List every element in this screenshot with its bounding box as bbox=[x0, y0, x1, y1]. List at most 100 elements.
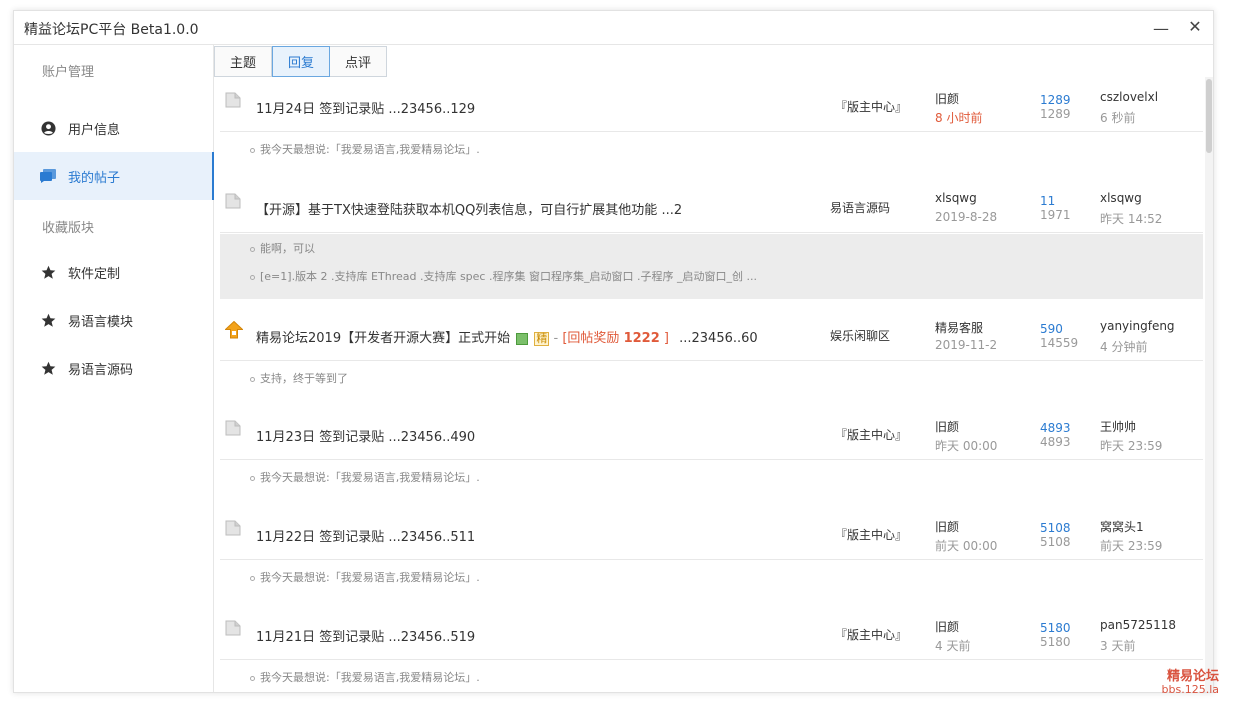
minimize-button[interactable]: — bbox=[1151, 19, 1171, 39]
vertical-scrollbar[interactable] bbox=[1205, 77, 1213, 692]
post-row[interactable]: 11月24日 签到记录贴 ...23456..129 『版主中心』 旧颜 8 小… bbox=[220, 82, 1203, 132]
post-row[interactable]: 11月21日 签到记录贴 ...23456..519 『版主中心』 旧颜 4 天… bbox=[220, 610, 1203, 660]
sidebar-item-software-custom[interactable]: 软件定制 bbox=[14, 248, 214, 296]
title-bar: 精益论坛PC平台 Beta1.0.0 — ✕ bbox=[14, 11, 1213, 45]
sidebar-item-e-source[interactable]: 易语言源码 bbox=[14, 344, 214, 392]
post-author[interactable]: xlsqwg bbox=[935, 191, 977, 205]
tab-topics[interactable]: 主题 bbox=[214, 46, 273, 77]
last-reply-user[interactable]: xlsqwg bbox=[1100, 191, 1142, 205]
bullet-icon bbox=[250, 376, 255, 382]
post-title[interactable]: 精易论坛2019【开发者开源大赛】正式开始 精 - [回帖奖励 1222 ] .… bbox=[256, 327, 758, 346]
document-icon bbox=[225, 420, 241, 436]
reply-line[interactable]: [e=1].版本 2 .支持库 EThread .支持库 spec .程序集 窗… bbox=[250, 268, 757, 284]
last-reply-user[interactable]: 窝窝头1 bbox=[1100, 518, 1144, 535]
post-author[interactable]: 旧颜 bbox=[935, 618, 959, 635]
star-icon bbox=[40, 360, 56, 376]
post-title[interactable]: 11月23日 签到记录贴 ...23456..490 bbox=[256, 426, 475, 445]
bullet-icon bbox=[250, 147, 255, 153]
reply-block: 支持，终于等到了 bbox=[220, 362, 1203, 412]
last-reply-user[interactable]: 王帅帅 bbox=[1100, 418, 1136, 435]
last-reply-user[interactable]: cszlovelxl bbox=[1100, 90, 1158, 104]
post-date: 2019-11-2 bbox=[935, 338, 998, 352]
reply-block: 我今天最想说:「我爱易语言,我爱精易论坛」. bbox=[220, 133, 1203, 183]
post-author[interactable]: 旧颜 bbox=[935, 418, 959, 435]
post-title[interactable]: 【开源】基于TX快速登陆获取本机QQ列表信息，可自行扩展其他功能 ...2 bbox=[256, 199, 682, 218]
post-row[interactable]: 精易论坛2019【开发者开源大赛】正式开始 精 - [回帖奖励 1222 ] .… bbox=[220, 311, 1203, 361]
post-row[interactable]: 【开源】基于TX快速登陆获取本机QQ列表信息，可自行扩展其他功能 ...2 易语… bbox=[220, 183, 1203, 233]
reply-line[interactable]: 我今天最想说:「我爱易语言,我爱精易论坛」. bbox=[250, 469, 480, 485]
reply-count: 11 bbox=[1040, 194, 1056, 208]
page-links[interactable]: ...23456..60 bbox=[679, 331, 758, 346]
watermark-url: bbs.125.la bbox=[1161, 683, 1219, 696]
reward-label: [回帖奖励 1222 ] bbox=[562, 331, 669, 346]
watermark-title: 精易论坛 bbox=[1166, 669, 1219, 684]
last-reply-time: 前天 23:59 bbox=[1100, 539, 1163, 553]
posts-icon bbox=[40, 168, 56, 184]
post-author[interactable]: 旧颜 bbox=[935, 518, 959, 535]
post-forum[interactable]: 『版主中心』 bbox=[835, 626, 907, 643]
sidebar-item-label: 我的帖子 bbox=[68, 170, 121, 186]
last-reply-user[interactable]: yanyingfeng bbox=[1100, 319, 1175, 333]
post-date: 4 天前 bbox=[935, 639, 971, 653]
sidebar-item-label: 用户信息 bbox=[68, 122, 121, 138]
sidebar-group-favorites: 收藏版块 bbox=[42, 221, 95, 236]
post-row[interactable]: 11月22日 签到记录贴 ...23456..511 『版主中心』 旧颜 前天 … bbox=[220, 510, 1203, 560]
tab-replies[interactable]: 回复 bbox=[272, 46, 331, 77]
user-circle-icon bbox=[40, 120, 56, 136]
tab-comments[interactable]: 点评 bbox=[330, 46, 388, 77]
sidebar-item-label: 易语言模块 bbox=[68, 314, 134, 330]
reply-line[interactable]: 我今天最想说:「我爱易语言,我爱精易论坛」. bbox=[250, 141, 480, 157]
sidebar-item-label: 软件定制 bbox=[68, 266, 121, 282]
reply-line[interactable]: 我今天最想说:「我爱易语言,我爱精易论坛」. bbox=[250, 669, 480, 685]
bullet-icon bbox=[250, 675, 255, 681]
last-reply-time: 3 天前 bbox=[1100, 639, 1136, 653]
reply-block: 我今天最想说:「我爱易语言,我爱精易论坛」. bbox=[220, 661, 1203, 692]
digest-badge: 精 bbox=[534, 331, 550, 346]
post-forum[interactable]: 娱乐闲聊区 bbox=[830, 327, 890, 344]
scrollbar-thumb[interactable] bbox=[1206, 79, 1212, 153]
post-author[interactable]: 旧颜 bbox=[935, 90, 959, 107]
sidebar-item-user-info[interactable]: 用户信息 bbox=[14, 104, 214, 152]
reply-count: 590 bbox=[1040, 322, 1063, 336]
post-title[interactable]: 11月21日 签到记录贴 ...23456..519 bbox=[256, 626, 475, 645]
document-icon bbox=[225, 92, 241, 108]
app-window: 精益论坛PC平台 Beta1.0.0 — ✕ 账户管理 用户信息 我的帖子 收藏… bbox=[13, 10, 1214, 693]
last-reply-time: 6 秒前 bbox=[1100, 111, 1136, 125]
post-row[interactable]: 11月23日 签到记录贴 ...23456..490 『版主中心』 旧颜 昨天 … bbox=[220, 410, 1203, 460]
image-attachment-icon bbox=[516, 332, 529, 345]
post-forum[interactable]: 『版主中心』 bbox=[835, 526, 907, 543]
bullet-icon bbox=[250, 575, 255, 581]
post-title[interactable]: 11月24日 签到记录贴 ...23456..129 bbox=[256, 98, 475, 117]
reply-line[interactable]: 我今天最想说:「我爱易语言,我爱精易论坛」. bbox=[250, 569, 480, 585]
sidebar: 账户管理 用户信息 我的帖子 收藏版块 软件定制 易语言模块 易语言源码 bbox=[14, 45, 214, 692]
post-forum[interactable]: 『版主中心』 bbox=[835, 98, 907, 115]
reply-block: 能啊，可以 [e=1].版本 2 .支持库 EThread .支持库 spec … bbox=[220, 234, 1203, 299]
star-icon bbox=[40, 312, 56, 328]
view-count: 4893 bbox=[1040, 435, 1071, 449]
view-count: 5180 bbox=[1040, 635, 1071, 649]
post-forum[interactable]: 『版主中心』 bbox=[835, 426, 907, 443]
sidebar-item-label: 易语言源码 bbox=[68, 362, 134, 378]
bullet-icon bbox=[250, 274, 255, 280]
post-date: 昨天 00:00 bbox=[935, 439, 998, 453]
window-title: 精益论坛PC平台 Beta1.0.0 bbox=[24, 22, 199, 38]
reply-count: 5108 bbox=[1040, 521, 1071, 535]
bullet-icon bbox=[250, 475, 255, 481]
reply-line[interactable]: 能啊，可以 bbox=[250, 240, 315, 256]
reply-count: 1289 bbox=[1040, 93, 1071, 107]
close-button[interactable]: ✕ bbox=[1185, 17, 1205, 37]
last-reply-user[interactable]: pan5725118 bbox=[1100, 618, 1176, 632]
reply-line[interactable]: 支持，终于等到了 bbox=[250, 370, 348, 386]
document-icon bbox=[225, 520, 241, 536]
post-title[interactable]: 11月22日 签到记录贴 ...23456..511 bbox=[256, 526, 475, 545]
post-author[interactable]: 精易客服 bbox=[935, 319, 983, 336]
star-icon bbox=[40, 264, 56, 280]
sidebar-item-my-posts[interactable]: 我的帖子 bbox=[14, 152, 214, 200]
reply-block: 我今天最想说:「我爱易语言,我爱精易论坛」. bbox=[220, 561, 1203, 611]
post-date: 前天 00:00 bbox=[935, 539, 998, 553]
sidebar-item-e-module[interactable]: 易语言模块 bbox=[14, 296, 214, 344]
view-count: 1971 bbox=[1040, 208, 1071, 222]
view-count: 1289 bbox=[1040, 107, 1071, 121]
post-date: 8 小时前 bbox=[935, 111, 983, 125]
post-forum[interactable]: 易语言源码 bbox=[830, 199, 890, 216]
